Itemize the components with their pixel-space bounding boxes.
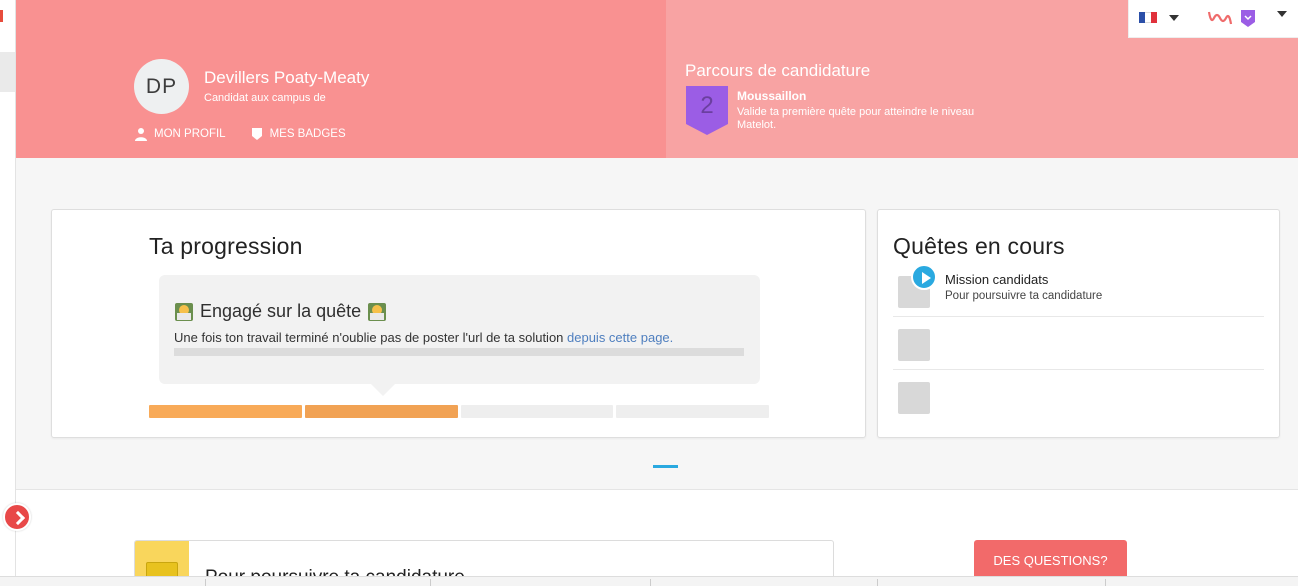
laptop-emoji-icon	[368, 302, 387, 321]
bottom-divider	[430, 579, 431, 586]
bubble-text: Une fois ton travail terminé n'oublie pa…	[174, 330, 673, 345]
progression-title: Ta progression	[149, 233, 303, 259]
logo-icon[interactable]	[1207, 8, 1233, 28]
badge-shield-icon	[251, 128, 262, 140]
bottom-divider	[205, 579, 206, 586]
my-profile-label: Mon profil	[154, 128, 226, 140]
quest-item[interactable]: Mission candidats Pour poursuivre ta can…	[893, 264, 1264, 317]
progression-card: Ta progression Engagé sur la quête Une f…	[51, 209, 866, 438]
bubble-title: Engagé sur la quête	[174, 301, 387, 322]
expand-sidebar-button[interactable]	[3, 503, 31, 531]
level-mini-icon[interactable]	[1241, 10, 1255, 27]
progress-segment-todo	[616, 405, 769, 418]
profile-panel: DP Devillers Poaty-Meaty Candidat aux ca…	[16, 0, 666, 158]
quest-item[interactable]	[893, 371, 1264, 423]
questions-button[interactable]: Des questions?	[974, 540, 1127, 580]
left-sidebar	[0, 0, 16, 586]
quest-thumbnail	[898, 382, 930, 414]
progress-segment-current	[304, 405, 458, 418]
play-icon[interactable]	[911, 264, 937, 290]
level-badge: 2	[686, 86, 728, 135]
progress-segment-todo	[460, 405, 614, 418]
carousel-indicator[interactable]	[653, 465, 678, 468]
quests-card: Quêtes en cours Mission candidats Pour p…	[877, 209, 1280, 438]
quest-status-bubble: Engagé sur la quête Une fois ton travail…	[159, 275, 760, 396]
my-badges-link[interactable]: Mes badges	[250, 127, 346, 141]
account-dropdown-icon[interactable]	[1277, 11, 1287, 17]
progress-segments	[149, 405, 769, 418]
french-flag-icon[interactable]	[1139, 12, 1157, 23]
bubble-text-body: Une fois ton travail terminé n'oublie pa…	[174, 330, 568, 345]
user-icon	[135, 128, 147, 141]
bottom-bar	[0, 576, 1298, 586]
user-name: Devillers Poaty-Meaty	[204, 68, 370, 87]
language-dropdown-icon[interactable]	[1169, 15, 1179, 21]
quest-item[interactable]	[893, 318, 1264, 370]
quest-subtitle: Pour poursuivre ta candidature	[945, 290, 1103, 302]
bottom-divider	[1105, 579, 1106, 586]
top-toolbar	[1128, 0, 1298, 38]
laptop-emoji-icon	[175, 302, 193, 321]
my-badges-label: Mes badges	[269, 128, 346, 140]
profile-header: DP Devillers Poaty-Meaty Candidat aux ca…	[16, 0, 1298, 158]
level-number: 2	[700, 92, 714, 119]
bubble-placeholder-bar	[174, 348, 744, 356]
user-subtitle: Candidat aux campus de	[204, 92, 326, 104]
bottom-divider	[650, 579, 651, 586]
bubble-title-text: Engagé sur la quête	[200, 301, 362, 321]
quest-thumbnail	[898, 329, 930, 361]
sidebar-selected-item[interactable]	[0, 52, 15, 92]
level-name: Moussaillon	[737, 89, 807, 103]
level-description: Valide ta première quête pour atteindre …	[737, 106, 975, 131]
my-profile-link[interactable]: Mon profil	[134, 127, 226, 141]
solution-page-link[interactable]: depuis cette page.	[567, 330, 673, 345]
bottom-divider	[877, 579, 878, 586]
avatar[interactable]: DP	[134, 59, 189, 114]
parcours-title: Parcours de candidature	[685, 61, 871, 80]
sidebar-indicator	[0, 10, 3, 22]
progress-segment-done	[149, 405, 302, 418]
quest-name: Mission candidats	[945, 272, 1049, 287]
quests-title: Quêtes en cours	[893, 233, 1065, 259]
profile-links: Mon profil Mes badges	[134, 127, 346, 141]
